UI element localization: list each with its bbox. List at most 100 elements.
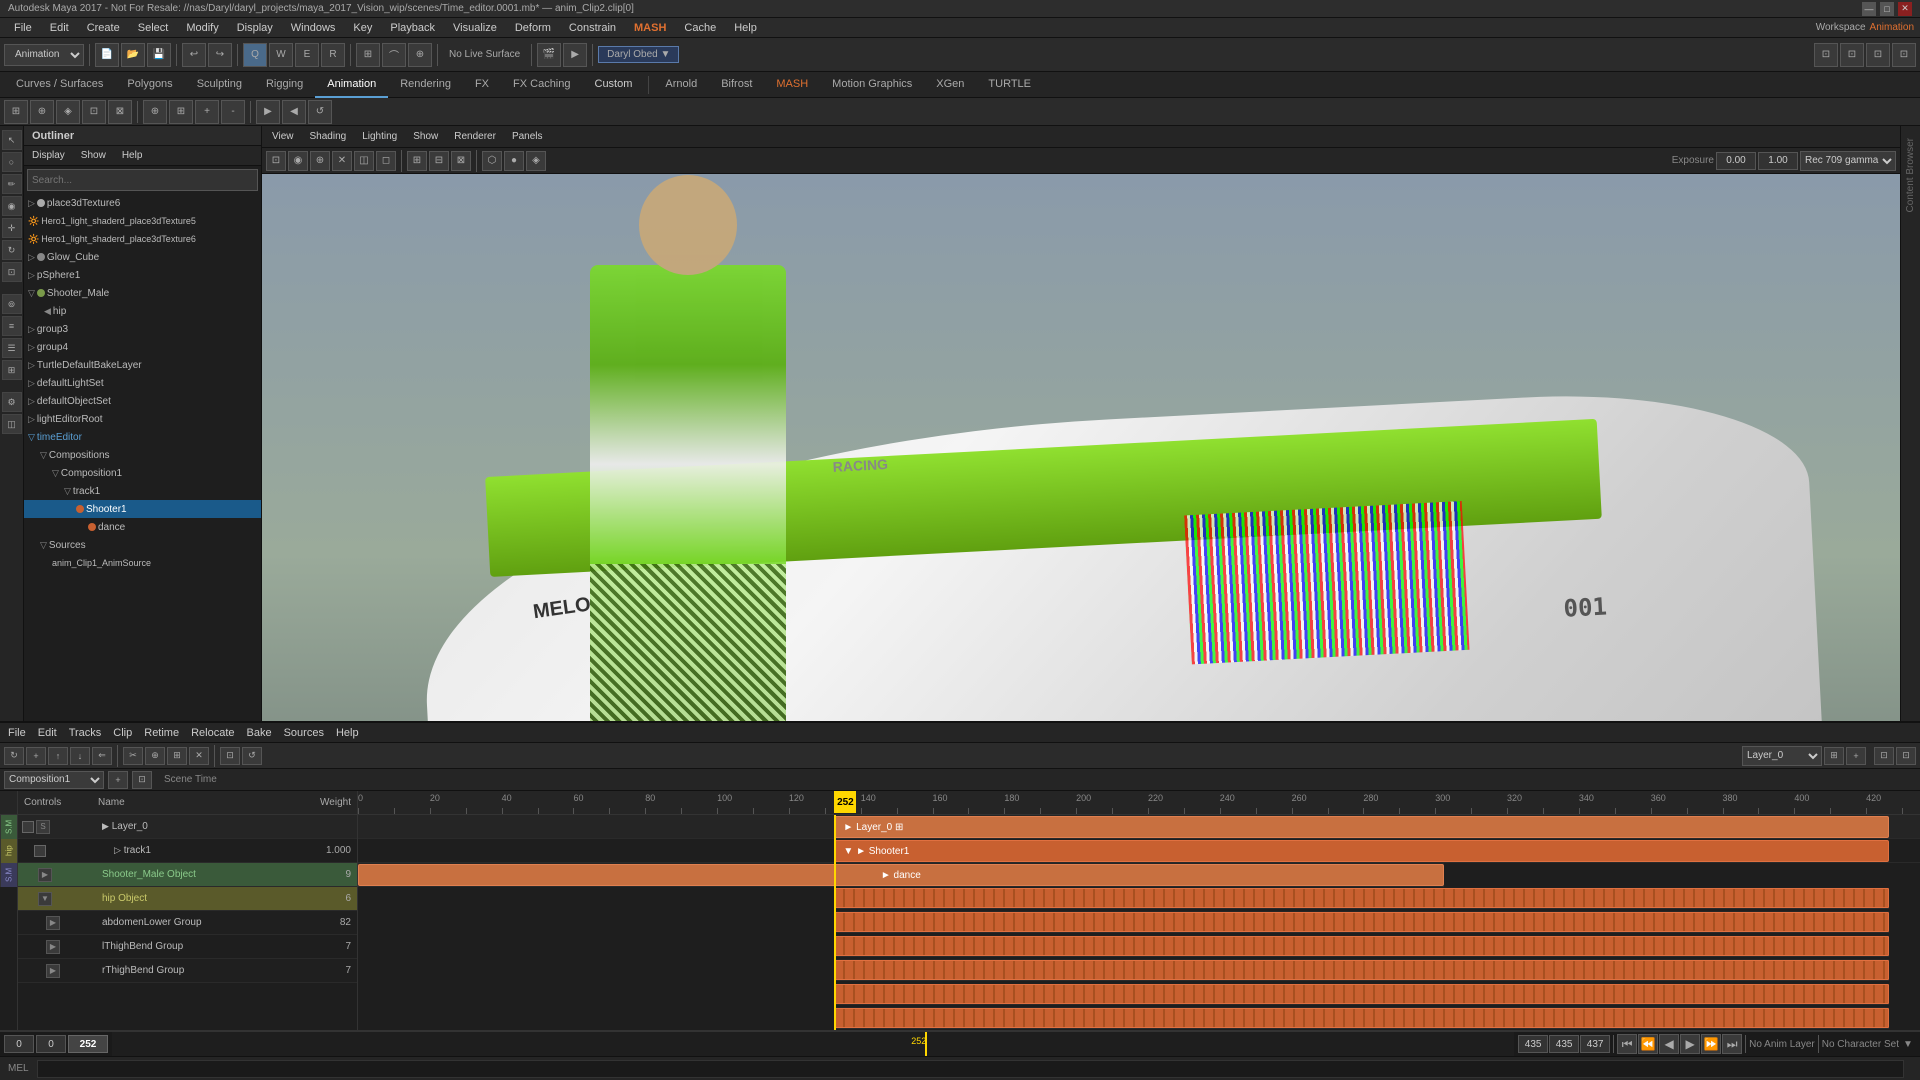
te-menu-help[interactable]: Help — [332, 727, 363, 739]
tree-item[interactable]: 🔆 Hero1_light_shaderd_place3dTexture6 — [24, 230, 261, 248]
te-delete-btn[interactable]: ✕ — [189, 747, 209, 765]
te-add-track-btn[interactable]: + — [26, 747, 46, 765]
te-clip-striped-3[interactable] — [834, 936, 1888, 956]
gamma-preset-dropdown[interactable]: Rec 709 gamma — [1800, 151, 1896, 171]
skip-end-btn[interactable]: ⏭ — [1722, 1034, 1742, 1054]
save-btn[interactable]: 💾 — [147, 43, 171, 67]
tree-item-sources[interactable]: ▽ Sources — [24, 536, 261, 554]
anim-tool-8[interactable]: + — [195, 100, 219, 124]
te-clip-striped-4[interactable] — [834, 960, 1888, 980]
tab-xgen[interactable]: XGen — [924, 72, 976, 98]
menu-visualize[interactable]: Visualize — [445, 20, 505, 36]
te-cut-btn[interactable]: ✂ — [123, 747, 143, 765]
tab-custom[interactable]: Custom — [583, 72, 645, 98]
play-fwd-btn[interactable]: ▶ — [1680, 1034, 1700, 1054]
te-menu-tracks[interactable]: Tracks — [65, 727, 106, 739]
vp-menu-renderer[interactable]: Renderer — [448, 131, 502, 142]
te-layer-dropdown[interactable]: Layer_0 — [1742, 746, 1822, 766]
tab-bifrost[interactable]: Bifrost — [709, 72, 764, 98]
frame-count[interactable] — [1549, 1035, 1579, 1053]
te-move-btn[interactable]: ⇐ — [92, 747, 112, 765]
te-track-shooter-male[interactable]: ▶ Shooter_Male Object 9 — [18, 863, 357, 887]
track-solo-btn[interactable]: S — [36, 820, 50, 834]
anim-tool-11[interactable]: ◀ — [282, 100, 306, 124]
tree-item-timeeditor[interactable]: ▽ timeEditor — [24, 428, 261, 446]
te-track-abdomen[interactable]: ▶ abdomenLower Group 82 — [18, 911, 357, 935]
composition-dropdown[interactable]: Composition1 — [4, 771, 104, 789]
tree-item-turtle[interactable]: ▷ TurtleDefaultBakeLayer — [24, 356, 261, 374]
vp-btn-8[interactable]: ⊟ — [429, 151, 449, 171]
anim-tool-5[interactable]: ⊠ — [108, 100, 132, 124]
tab-fx-caching[interactable]: FX Caching — [501, 72, 582, 98]
mode-dropdown[interactable]: Animation — [4, 44, 84, 66]
comp-btn1[interactable]: + — [108, 771, 128, 789]
vp-btn-4[interactable]: ✕ — [332, 151, 352, 171]
snap-curve[interactable]: ⌒ — [382, 43, 406, 67]
menu-key[interactable]: Key — [345, 20, 380, 36]
main-timeline-ruler[interactable]: 252 — [112, 1032, 1514, 1056]
vp-btn-5[interactable]: ◫ — [354, 151, 374, 171]
te-refresh-btn[interactable]: ↻ — [4, 747, 24, 765]
outliner-search-input[interactable] — [27, 169, 258, 191]
te-track-lthigh[interactable]: ▶ lThighBend Group 7 — [18, 935, 357, 959]
outliner-menu-show[interactable]: Show — [77, 150, 110, 161]
te-paste-btn[interactable]: ⊞ — [167, 747, 187, 765]
start-frame-input[interactable] — [4, 1035, 34, 1053]
te-track-rthigh[interactable]: ▶ rThighBend Group 7 — [18, 959, 357, 983]
te-menu-relocate[interactable]: Relocate — [187, 727, 238, 739]
tree-item-lightset[interactable]: ▷ defaultLightSet — [24, 374, 261, 392]
timeline-tracks[interactable]: ► Layer_0 ⊞ ▼ ► Shooter1 ► dance — [358, 815, 1920, 1056]
tab-mash[interactable]: MASH — [764, 72, 820, 98]
menu-edit[interactable]: Edit — [42, 20, 77, 36]
tree-item[interactable]: ▷ place3dTexture6 — [24, 194, 261, 212]
menu-cache[interactable]: Cache — [676, 20, 724, 36]
current-frame-display[interactable] — [68, 1035, 108, 1053]
select-mode-icon[interactable]: ↖ — [2, 130, 22, 150]
gamma-input[interactable] — [1758, 152, 1798, 170]
tab-motion-graphics[interactable]: Motion Graphics — [820, 72, 924, 98]
anim-tool-1[interactable]: ⊞ — [4, 100, 28, 124]
tab-animation[interactable]: Animation — [315, 72, 388, 98]
te-loop-btn[interactable]: ↺ — [242, 747, 262, 765]
expand-btn[interactable]: ▶ — [38, 868, 52, 882]
vp-menu-lighting[interactable]: Lighting — [356, 131, 403, 142]
te-track-layer0[interactable]: S ▶ Layer_0 — [18, 815, 357, 839]
vp-btn-1[interactable]: ⊡ — [266, 151, 286, 171]
expand-btn[interactable]: ▶ — [46, 940, 60, 954]
track-mute-checkbox[interactable] — [34, 845, 46, 857]
te-right-btn2[interactable]: ⊡ — [1896, 747, 1916, 765]
undo-btn[interactable]: ↩ — [182, 43, 206, 67]
vp-btn-2[interactable]: ◉ — [288, 151, 308, 171]
outliner-menu-help[interactable]: Help — [118, 150, 147, 161]
te-layer-btn1[interactable]: ⊞ — [1824, 747, 1844, 765]
tab-sculpting[interactable]: Sculpting — [185, 72, 254, 98]
tree-item-hip[interactable]: ◀ hip — [24, 302, 261, 320]
tree-item-shooter-male[interactable]: ▽ Shooter_Male — [24, 284, 261, 302]
tab-turtle[interactable]: TURTLE — [976, 72, 1043, 98]
char-set-btn[interactable]: ▼ — [1900, 1036, 1916, 1052]
anim-tool-10[interactable]: ▶ — [256, 100, 280, 124]
te-track-down-btn[interactable]: ↓ — [70, 747, 90, 765]
outliner-menu-display[interactable]: Display — [28, 150, 69, 161]
track-mute-checkbox[interactable] — [22, 821, 34, 833]
te-clip-shooter1[interactable]: ▼ ► Shooter1 — [834, 840, 1888, 862]
frame-437[interactable] — [1580, 1035, 1610, 1053]
vp-btn-9[interactable]: ⊠ — [451, 151, 471, 171]
menu-display[interactable]: Display — [229, 20, 281, 36]
menu-playback[interactable]: Playback — [382, 20, 443, 36]
menu-deform[interactable]: Deform — [507, 20, 559, 36]
vp-btn-wire[interactable]: ⬡ — [482, 151, 502, 171]
lasso-icon[interactable]: ○ — [2, 152, 22, 172]
right-tool-4[interactable]: ⊡ — [1892, 43, 1916, 67]
snap-grid[interactable]: ⊞ — [356, 43, 380, 67]
xray-icon[interactable]: ◫ — [2, 414, 22, 434]
scale-tool[interactable]: R — [321, 43, 345, 67]
layer-editor-icon[interactable]: ⊞ — [2, 360, 22, 380]
play-back-btn[interactable]: ◀ — [1659, 1034, 1679, 1054]
anim-tool-9[interactable]: - — [221, 100, 245, 124]
anim-tool-6[interactable]: ⊕ — [143, 100, 167, 124]
tab-rigging[interactable]: Rigging — [254, 72, 315, 98]
expand-btn[interactable]: ▼ — [38, 892, 52, 906]
menu-help[interactable]: Help — [726, 20, 765, 36]
te-menu-edit[interactable]: Edit — [34, 727, 61, 739]
